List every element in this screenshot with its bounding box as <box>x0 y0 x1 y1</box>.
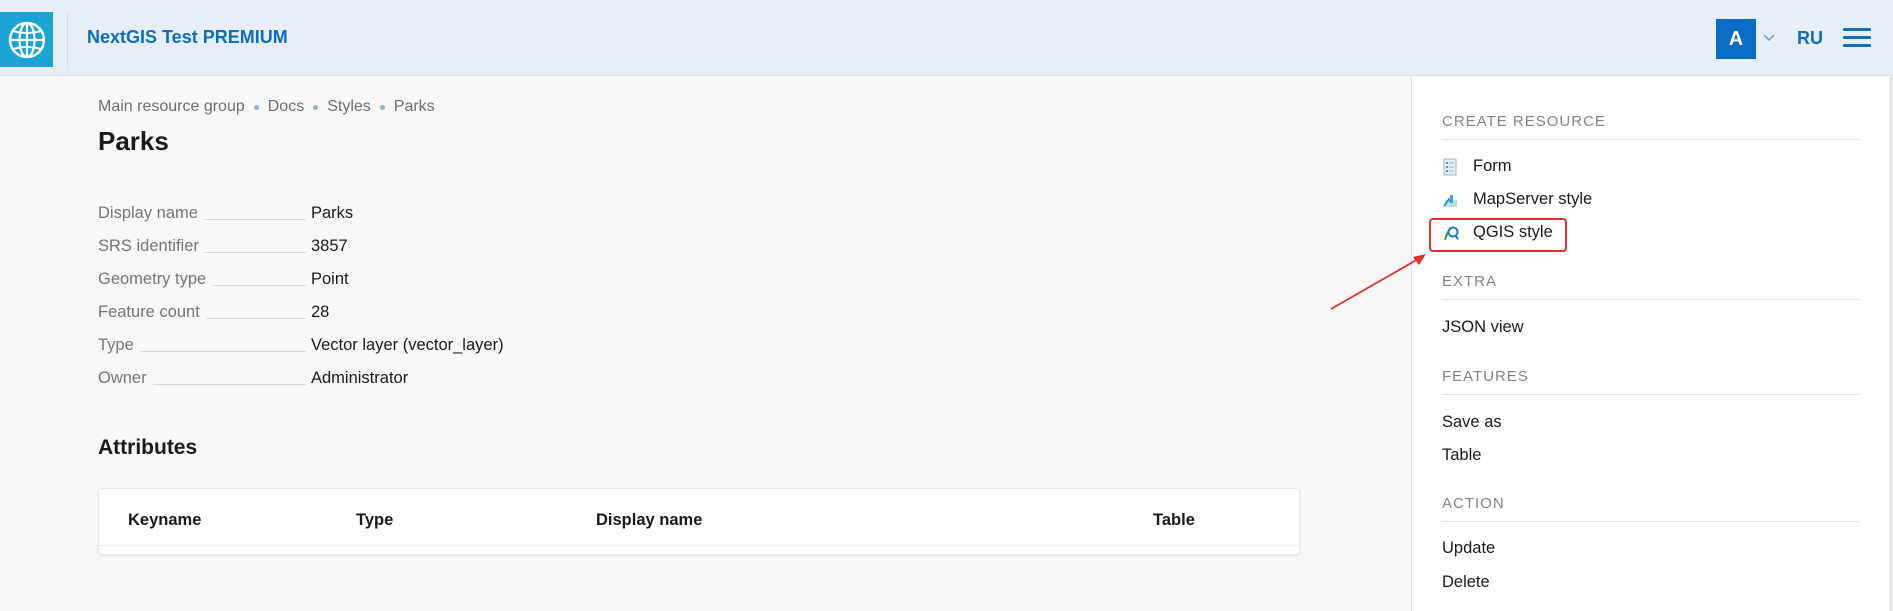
breadcrumb-item-current[interactable]: Parks <box>394 98 435 116</box>
features-heading: FEATURES <box>1442 368 1529 385</box>
property-value: Vector layer (vector_layer) <box>311 336 504 354</box>
breadcrumb-separator <box>313 104 319 110</box>
mapserver-style-icon <box>1443 194 1457 207</box>
property-row: Geometry type Point <box>98 263 518 296</box>
save-as-item[interactable]: Save as <box>1442 413 1502 432</box>
create-mapserver-style-item[interactable]: MapServer style <box>1442 190 1592 209</box>
action-heading: ACTION <box>1442 495 1505 512</box>
property-row: Owner Administrator <box>98 362 518 395</box>
attributes-table: Keyname Type Display name Table <box>98 488 1300 555</box>
extra-heading: EXTRA <box>1442 273 1498 290</box>
property-row: Display name Parks <box>98 197 518 230</box>
create-form-item[interactable]: Form <box>1442 157 1512 176</box>
property-key: Type <box>98 336 140 355</box>
hamburger-menu-icon[interactable] <box>1843 28 1871 50</box>
annotation-highlight-box <box>1429 218 1567 252</box>
property-value: Point <box>311 270 349 288</box>
sidebar-item-label: MapServer style <box>1473 190 1593 208</box>
annotation-arrow-icon <box>1330 254 1426 310</box>
breadcrumb: Main resource group Docs Styles Parks <box>98 98 435 116</box>
table-header-divider <box>99 545 1299 546</box>
breadcrumb-item[interactable]: Docs <box>268 98 304 116</box>
property-value: 3857 <box>311 237 348 255</box>
property-value: Administrator <box>311 369 409 387</box>
chevron-down-icon[interactable] <box>1761 29 1777 45</box>
update-item[interactable]: Update <box>1442 539 1495 558</box>
property-row: Feature count 28 <box>98 296 518 329</box>
header-divider <box>67 12 68 66</box>
breadcrumb-item[interactable]: Styles <box>327 98 371 116</box>
property-key: Owner <box>98 369 153 388</box>
property-value: Parks <box>311 204 354 222</box>
property-row: Type Vector layer (vector_layer) <box>98 329 518 362</box>
app-title[interactable]: NextGIS Test PREMIUM <box>87 27 288 48</box>
breadcrumb-separator <box>253 104 259 110</box>
column-header-table[interactable]: Table <box>1153 511 1195 530</box>
breadcrumb-separator <box>379 104 385 110</box>
property-key: Geometry type <box>98 270 213 289</box>
column-header-type[interactable]: Type <box>356 511 393 530</box>
table-item[interactable]: Table <box>1442 446 1481 465</box>
column-header-display-name[interactable]: Display name <box>596 511 702 530</box>
attributes-heading: Attributes <box>98 436 198 459</box>
top-header: NextGIS Test PREMIUM A RU <box>0 0 1893 76</box>
sidebar-item-label: Form <box>1473 157 1512 175</box>
property-value: 28 <box>311 303 330 321</box>
globe-logo-icon[interactable] <box>0 12 53 67</box>
property-key: Feature count <box>98 303 206 322</box>
breadcrumb-item[interactable]: Main resource group <box>98 98 245 116</box>
action-sidebar: CREATE RESOURCE Form MapServer style QGI… <box>1411 77 1893 611</box>
page-title: Parks <box>98 126 169 156</box>
sidebar-scrollbar[interactable] <box>1889 77 1893 611</box>
create-resource-heading: CREATE RESOURCE <box>1442 113 1606 130</box>
form-icon <box>1443 158 1457 175</box>
property-row: SRS identifier 3857 <box>98 230 518 263</box>
delete-item[interactable]: Delete <box>1442 573 1490 592</box>
property-key: Display name <box>98 204 204 223</box>
user-avatar[interactable]: A <box>1716 19 1756 59</box>
column-header-keyname[interactable]: Keyname <box>128 511 201 530</box>
json-view-item[interactable]: JSON view <box>1442 318 1524 337</box>
language-switch[interactable]: RU <box>1797 28 1823 49</box>
resource-properties: Display name Parks SRS identifier 3857 G… <box>98 197 518 395</box>
property-key: SRS identifier <box>98 237 205 256</box>
